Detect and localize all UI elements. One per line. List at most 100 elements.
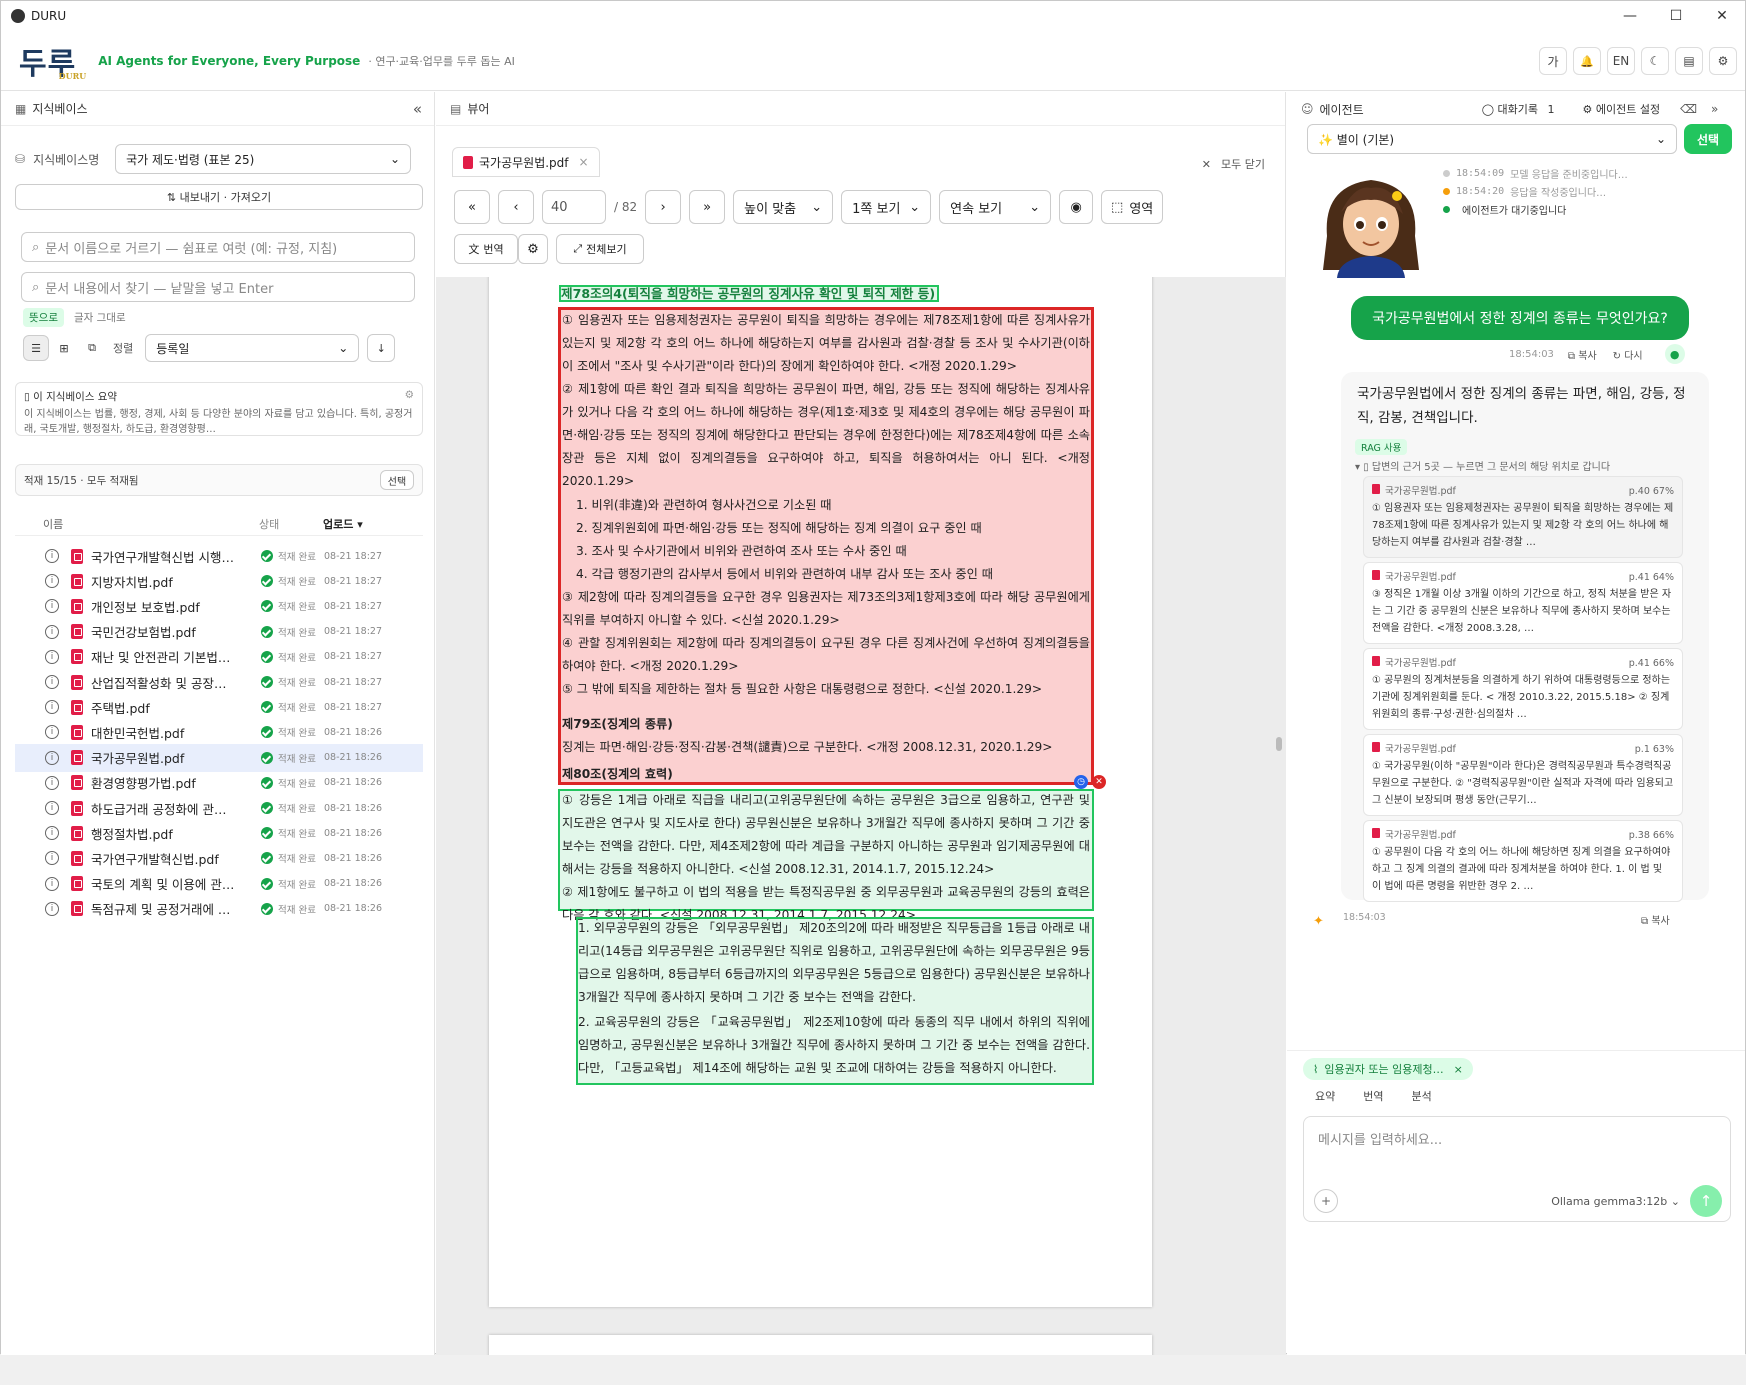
attach-plus-button[interactable]: + (1314, 1189, 1338, 1213)
table-row[interactable]: i 국가연구개발혁신법 시행… 적재 완료 08-21 18:27 (15, 542, 423, 570)
app-header: 두루 DURU AI Agents for Everyone, Every Pur… (1, 31, 1745, 91)
page-layout-select[interactable]: 1쪽 보기 ⌄ (841, 190, 932, 224)
region-info-icon[interactable]: ◷ (1074, 775, 1088, 789)
sort-uploaded-header[interactable]: 업로드 ▾ (323, 516, 363, 532)
filter-input[interactable]: ⌕ 문서 이름으로 거르기 — 쉼표로 여럿 (예: 규정, 지침) (21, 232, 415, 262)
info-icon[interactable]: i (45, 675, 59, 689)
info-icon[interactable]: i (45, 574, 59, 589)
pdf-icon (71, 573, 83, 589)
maximize-button[interactable]: ☐ (1653, 1, 1699, 31)
context-chip[interactable]: ⌇ 임용권자 또는 임용제청… × (1303, 1058, 1473, 1080)
content-search-input[interactable]: ⌕ 문서 내용에서 찾기 — 낱말을 넣고 Enter (21, 272, 415, 302)
table-row[interactable]: i 독점규제 및 공정거래에 … 적재 완료 08-21 18:26 (15, 895, 423, 923)
mode-literal-button[interactable]: 글자 그대로 (74, 310, 126, 325)
minimize-button[interactable]: — (1607, 1, 1653, 31)
collapse-right-icon[interactable]: » (1711, 102, 1718, 116)
export-import-button[interactable]: ⇅ 내보내기 · 가져오기 (15, 184, 423, 210)
prev-page-button[interactable]: ‹ (498, 190, 534, 224)
info-icon[interactable]: i (45, 649, 59, 664)
translate-button[interactable]: 文 번역 (454, 234, 518, 264)
bell-icon[interactable]: 🔔 (1573, 47, 1601, 75)
source-card[interactable]: 국가공무원법.pdf p.41 64% ③ 정직은 1개월 이상 3개월 이하의 기… (1363, 562, 1683, 644)
send-button[interactable]: ↑ (1690, 1185, 1722, 1217)
info-icon[interactable]: i (45, 624, 59, 639)
copy-button[interactable]: ⧉ 복사 (1568, 347, 1597, 362)
translate-settings-icon[interactable]: ⚙ (518, 234, 548, 264)
select-files-button[interactable]: 선택 (380, 470, 414, 490)
persona-select-button[interactable]: 선택 (1684, 124, 1732, 154)
region-remove-icon[interactable]: ✕ (1092, 775, 1106, 789)
close-all-button[interactable]: ✕ 모두 닫기 (1202, 156, 1265, 172)
mode-semantic-button[interactable]: 뜻으로 (23, 308, 64, 327)
table-row[interactable]: i 환경영향평가법.pdf 적재 완료 08-21 18:26 (15, 769, 423, 797)
table-row[interactable]: i 행정절차법.pdf 적재 완료 08-21 18:26 (15, 819, 423, 847)
collapse-left-icon[interactable]: « (413, 100, 422, 118)
kb-select[interactable]: 국가 제도·법령 (표본 25) ⌄ (115, 144, 412, 174)
tab-document[interactable]: 국가공무원법.pdf × (452, 147, 600, 177)
table-row[interactable]: i 산업집적활성화 및 공장… 적재 완료 08-21 18:27 (15, 668, 423, 696)
fullscreen-button[interactable]: ⤢ 전체보기 (556, 234, 644, 264)
grid-view-icon[interactable]: ⊞ (51, 335, 77, 361)
quick-summary-button[interactable]: 요약 (1315, 1088, 1335, 1104)
language-toggle[interactable]: EN (1607, 47, 1635, 75)
quick-translate-button[interactable]: 번역 (1363, 1088, 1383, 1104)
info-icon[interactable]: i (45, 750, 59, 765)
table-row[interactable]: i 재난 및 안전관리 기본법… 적재 완료 08-21 18:27 (15, 643, 423, 671)
table-row[interactable]: i 개인정보 보호법.pdf 적재 완료 08-21 18:27 (15, 592, 423, 620)
history-button[interactable]: ◯ 대화기록 1 (1482, 101, 1555, 117)
table-row[interactable]: i 지방자치법.pdf 적재 완료 08-21 18:27 (15, 567, 423, 595)
table-row[interactable]: i 국토의 계획 및 이용에 관… 적재 완료 08-21 18:26 (15, 870, 423, 898)
info-icon[interactable]: i (45, 876, 59, 891)
sort-select[interactable]: 등록일 ⌄ (145, 334, 360, 362)
scrollbar-thumb[interactable] (1276, 737, 1282, 751)
source-card[interactable]: 국가공무원법.pdf p.1 63% ① 국가공무원(이하 "공무원"이라 한다)은… (1363, 734, 1683, 816)
retry-button[interactable]: ↻ 다시 (1613, 347, 1643, 362)
quick-analyze-button[interactable]: 분석 (1412, 1088, 1432, 1104)
info-icon[interactable]: i (45, 599, 59, 614)
agent-settings-button[interactable]: ⚙ 에이전트 설정 (1582, 101, 1660, 117)
font-size-icon[interactable]: 가 (1539, 47, 1567, 75)
info-icon[interactable]: i (45, 725, 59, 740)
table-row[interactable]: i 주택법.pdf 적재 완료 08-21 18:27 (15, 693, 423, 721)
model-select[interactable]: Ollama gemma3:12b ⌄ (1551, 1195, 1680, 1208)
pdf-canvas[interactable]: 제78조의4(퇴직을 희망하는 공무원의 징계사유 확인 및 퇴직 제한 등) … (436, 277, 1286, 1355)
source-card[interactable]: 국가공무원법.pdf p.41 66% ① 공무원의 징계처분등을 의결하게 하기 … (1363, 648, 1683, 730)
zoom-select[interactable]: 높이 맞춤 ⌄ (733, 190, 834, 224)
settings-icon[interactable]: ⚙ (405, 389, 414, 404)
list-view-icon[interactable]: ☰ (23, 335, 49, 361)
first-page-button[interactable]: « (454, 190, 490, 224)
source-card[interactable]: 국가공무원법.pdf p.40 67% ① 임용권자 또는 임용제청권자는 공무원이… (1363, 476, 1683, 558)
eraser-icon[interactable]: ⌫ (1680, 102, 1697, 116)
sort-direction-button[interactable]: ↓ (367, 334, 396, 362)
info-icon[interactable]: i (45, 826, 59, 841)
chip-close-icon[interactable]: × (1454, 1063, 1463, 1076)
table-row[interactable]: i 국가연구개발혁신법.pdf 적재 완료 08-21 18:26 (15, 844, 423, 872)
last-page-button[interactable]: » (689, 190, 726, 224)
info-icon[interactable]: i (45, 801, 59, 815)
source-card[interactable]: 국가공무원법.pdf p.38 66% ① 공무원이 다음 각 호의 어느 하나에 … (1363, 820, 1683, 902)
copy-answer-button[interactable]: ⧉ 복사 (1641, 912, 1670, 927)
info-icon[interactable]: i (45, 700, 59, 715)
sources-toggle[interactable]: ▾ ▯ 답변의 근거 5곳 — 누르면 그 문서의 해당 위치로 갑니다 (1355, 458, 1610, 473)
gear-icon[interactable]: ⚙ (1709, 47, 1737, 75)
info-icon[interactable]: i (45, 851, 59, 866)
persona-select[interactable]: ✨ 별이 (기본) ⌄ (1307, 124, 1677, 154)
tab-close-icon[interactable]: × (579, 155, 589, 169)
book-icon[interactable]: ▤ (1675, 47, 1703, 75)
table-row[interactable]: i 대한민국헌법.pdf 적재 완료 08-21 18:26 (15, 718, 423, 746)
card-view-icon[interactable]: ⧉ (79, 335, 105, 361)
camera-icon[interactable]: ◉ (1059, 190, 1094, 224)
moon-icon[interactable]: ☾ (1641, 47, 1669, 75)
next-page-button[interactable]: › (645, 190, 682, 224)
table-row[interactable]: i 국민건강보험법.pdf 적재 완료 08-21 18:27 (15, 618, 423, 646)
info-icon[interactable]: i (45, 549, 59, 563)
info-icon[interactable]: i (45, 775, 59, 790)
area-select-button[interactable]: ⬚ 영역 (1101, 190, 1164, 224)
table-row[interactable]: i 국가공무원법.pdf 적재 완료 08-21 18:26 (15, 743, 423, 772)
page-number-input[interactable]: 40 (542, 190, 606, 224)
close-button[interactable]: ✕ (1699, 1, 1745, 31)
scroll-mode-select[interactable]: 연속 보기 ⌄ (939, 190, 1052, 224)
message-input[interactable]: 메시지를 입력하세요... + Ollama gemma3:12b ⌄ ↑ (1303, 1116, 1731, 1222)
info-icon[interactable]: i (45, 901, 59, 916)
table-row[interactable]: i 하도급거래 공정화에 관… 적재 완료 08-21 18:26 (15, 794, 423, 822)
